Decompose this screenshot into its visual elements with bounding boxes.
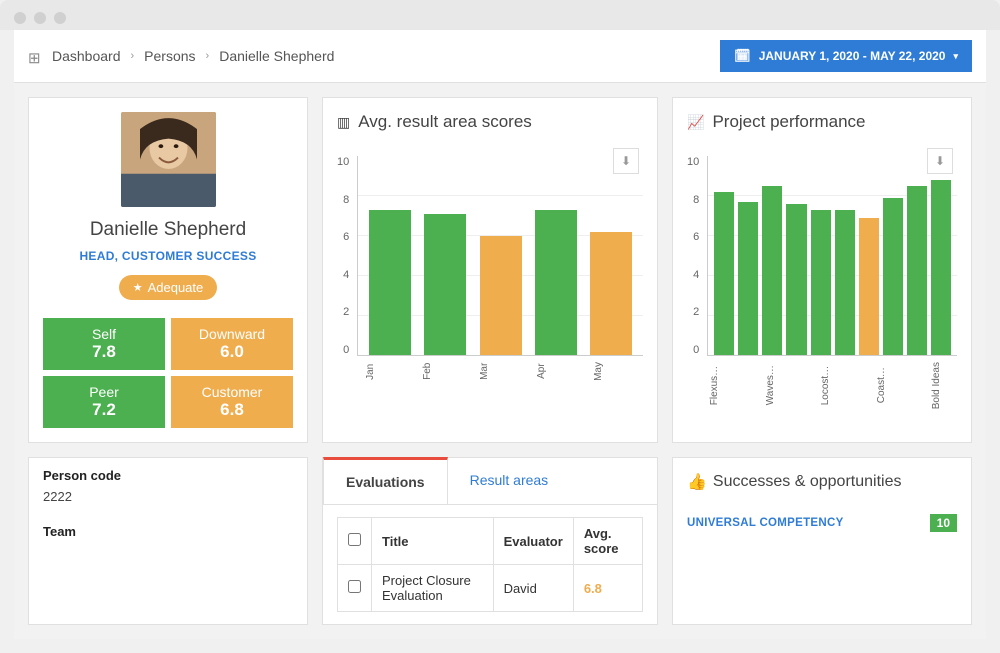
star-icon: ★ [133,281,143,294]
x-label: Flexus… [709,362,733,409]
chart-bars [707,156,957,356]
calendar-icon: 🗓 [734,48,751,64]
x-label: Apr [536,362,578,381]
x-label [904,362,928,409]
rating-badge-label: Adequate [148,280,204,295]
score-self: Self 7.8 [43,318,165,370]
competency-label: UNIVERSAL COMPETENCY [687,517,844,529]
date-range-label: JANUARY 1, 2020 - MAY 22, 2020 [759,49,946,63]
score-customer: Customer 6.8 [171,376,293,428]
bar [786,204,806,355]
col-title: Title [372,518,494,565]
table-header-row: Title Evaluator Avg. score [338,518,643,565]
x-label: Mar [479,362,521,381]
cell-avg: 6.8 [573,565,642,612]
tab-result-areas[interactable]: Result areas [448,458,571,504]
date-range-button[interactable]: 🗓 JANUARY 1, 2020 - MAY 22, 2020 ▾ [720,40,972,72]
profile-card: Danielle Shepherd HEAD, CUSTOMER SUCCESS… [28,97,308,443]
successes-card: 👍 Successes & opportunities UNIVERSAL CO… [672,457,972,625]
x-axis: Jan Feb Mar Apr May [357,362,643,381]
bar [480,236,522,355]
avatar [121,112,216,207]
bar [835,210,855,355]
bar [535,210,577,355]
x-label: Bold Ideas [931,362,955,409]
rating-badge: ★ Adequate [119,275,218,300]
competency-count-badge: 10 [930,514,957,532]
x-label [793,362,817,409]
col-avg: Avg. score [573,518,642,565]
bar [859,218,879,355]
profile-role: HEAD, CUSTOMER SUCCESS [43,249,293,263]
y-axis: 1086420 [687,156,707,356]
successes-title: 👍 Successes & opportunities [687,472,957,492]
profile-name: Danielle Shepherd [43,219,293,241]
x-label: Feb [422,362,464,381]
project-performance-card: 📈 Project performance ⬇ 1086420 Flexus…W… [672,97,972,443]
competency-row[interactable]: UNIVERSAL COMPETENCY 10 [687,514,957,532]
thumbs-up-icon: 👍 [687,472,707,492]
breadcrumb: Dashboard › Persons › Danielle Shepherd [28,48,334,64]
window-dot [54,12,66,24]
browser-chrome [0,0,1000,30]
tab-evaluations[interactable]: Evaluations [323,457,448,504]
evaluations-table: Title Evaluator Avg. score Project Closu… [337,517,643,612]
bar-chart-icon: ▥ [337,114,350,131]
bar [907,186,927,355]
breadcrumb-leaf: Danielle Shepherd [219,48,334,64]
x-label: May [593,362,635,381]
topbar: Dashboard › Persons › Danielle Shepherd … [14,30,986,83]
x-label: Waves… [765,362,789,409]
tabs: Evaluations Result areas [323,458,657,505]
x-axis: Flexus… Waves… Locost… Coast… Bold Ideas [707,362,957,409]
x-label: Locost… [820,362,844,409]
chevron-right-icon: › [206,50,210,62]
dashboard-icon [28,49,42,63]
breadcrumb-persons[interactable]: Persons [144,48,195,64]
bar [883,198,903,355]
x-label: Coast… [876,362,900,409]
bar [931,180,951,355]
bar [738,202,758,355]
bar [714,192,734,355]
chart-bars [357,156,643,356]
person-details-card: Person code 2222 Team [28,457,308,625]
chart-title: 📈 Project performance [687,112,957,132]
row-checkbox[interactable] [348,580,361,593]
person-code-value: 2222 [43,489,293,504]
chart-title: ▥ Avg. result area scores [337,112,643,132]
table-row[interactable]: Project Closure Evaluation David 6.8 [338,565,643,612]
window-dot [14,12,26,24]
window-dot [34,12,46,24]
team-label: Team [43,524,293,539]
evaluations-card: Evaluations Result areas Title Evaluator… [322,457,658,625]
bar [424,214,466,355]
bar [811,210,831,355]
x-label [737,362,761,409]
person-code-label: Person code [43,468,293,483]
breadcrumb-root[interactable]: Dashboard [52,48,121,64]
avg-result-scores-card: ▥ Avg. result area scores ⬇ 1086420 JanF… [322,97,658,443]
bar [590,232,632,355]
y-axis: 1086420 [337,156,357,356]
score-downward: Downward 6.0 [171,318,293,370]
cell-evaluator: David [493,565,573,612]
bar [762,186,782,355]
select-all-checkbox[interactable] [348,533,361,546]
line-chart-icon: 📈 [687,114,704,131]
cell-title: Project Closure Evaluation [372,565,494,612]
bar [369,210,411,355]
x-label [848,362,872,409]
x-label: Jan [365,362,407,381]
score-peer: Peer 7.2 [43,376,165,428]
chevron-down-icon: ▾ [953,51,958,62]
chevron-right-icon: › [131,50,135,62]
col-evaluator: Evaluator [493,518,573,565]
